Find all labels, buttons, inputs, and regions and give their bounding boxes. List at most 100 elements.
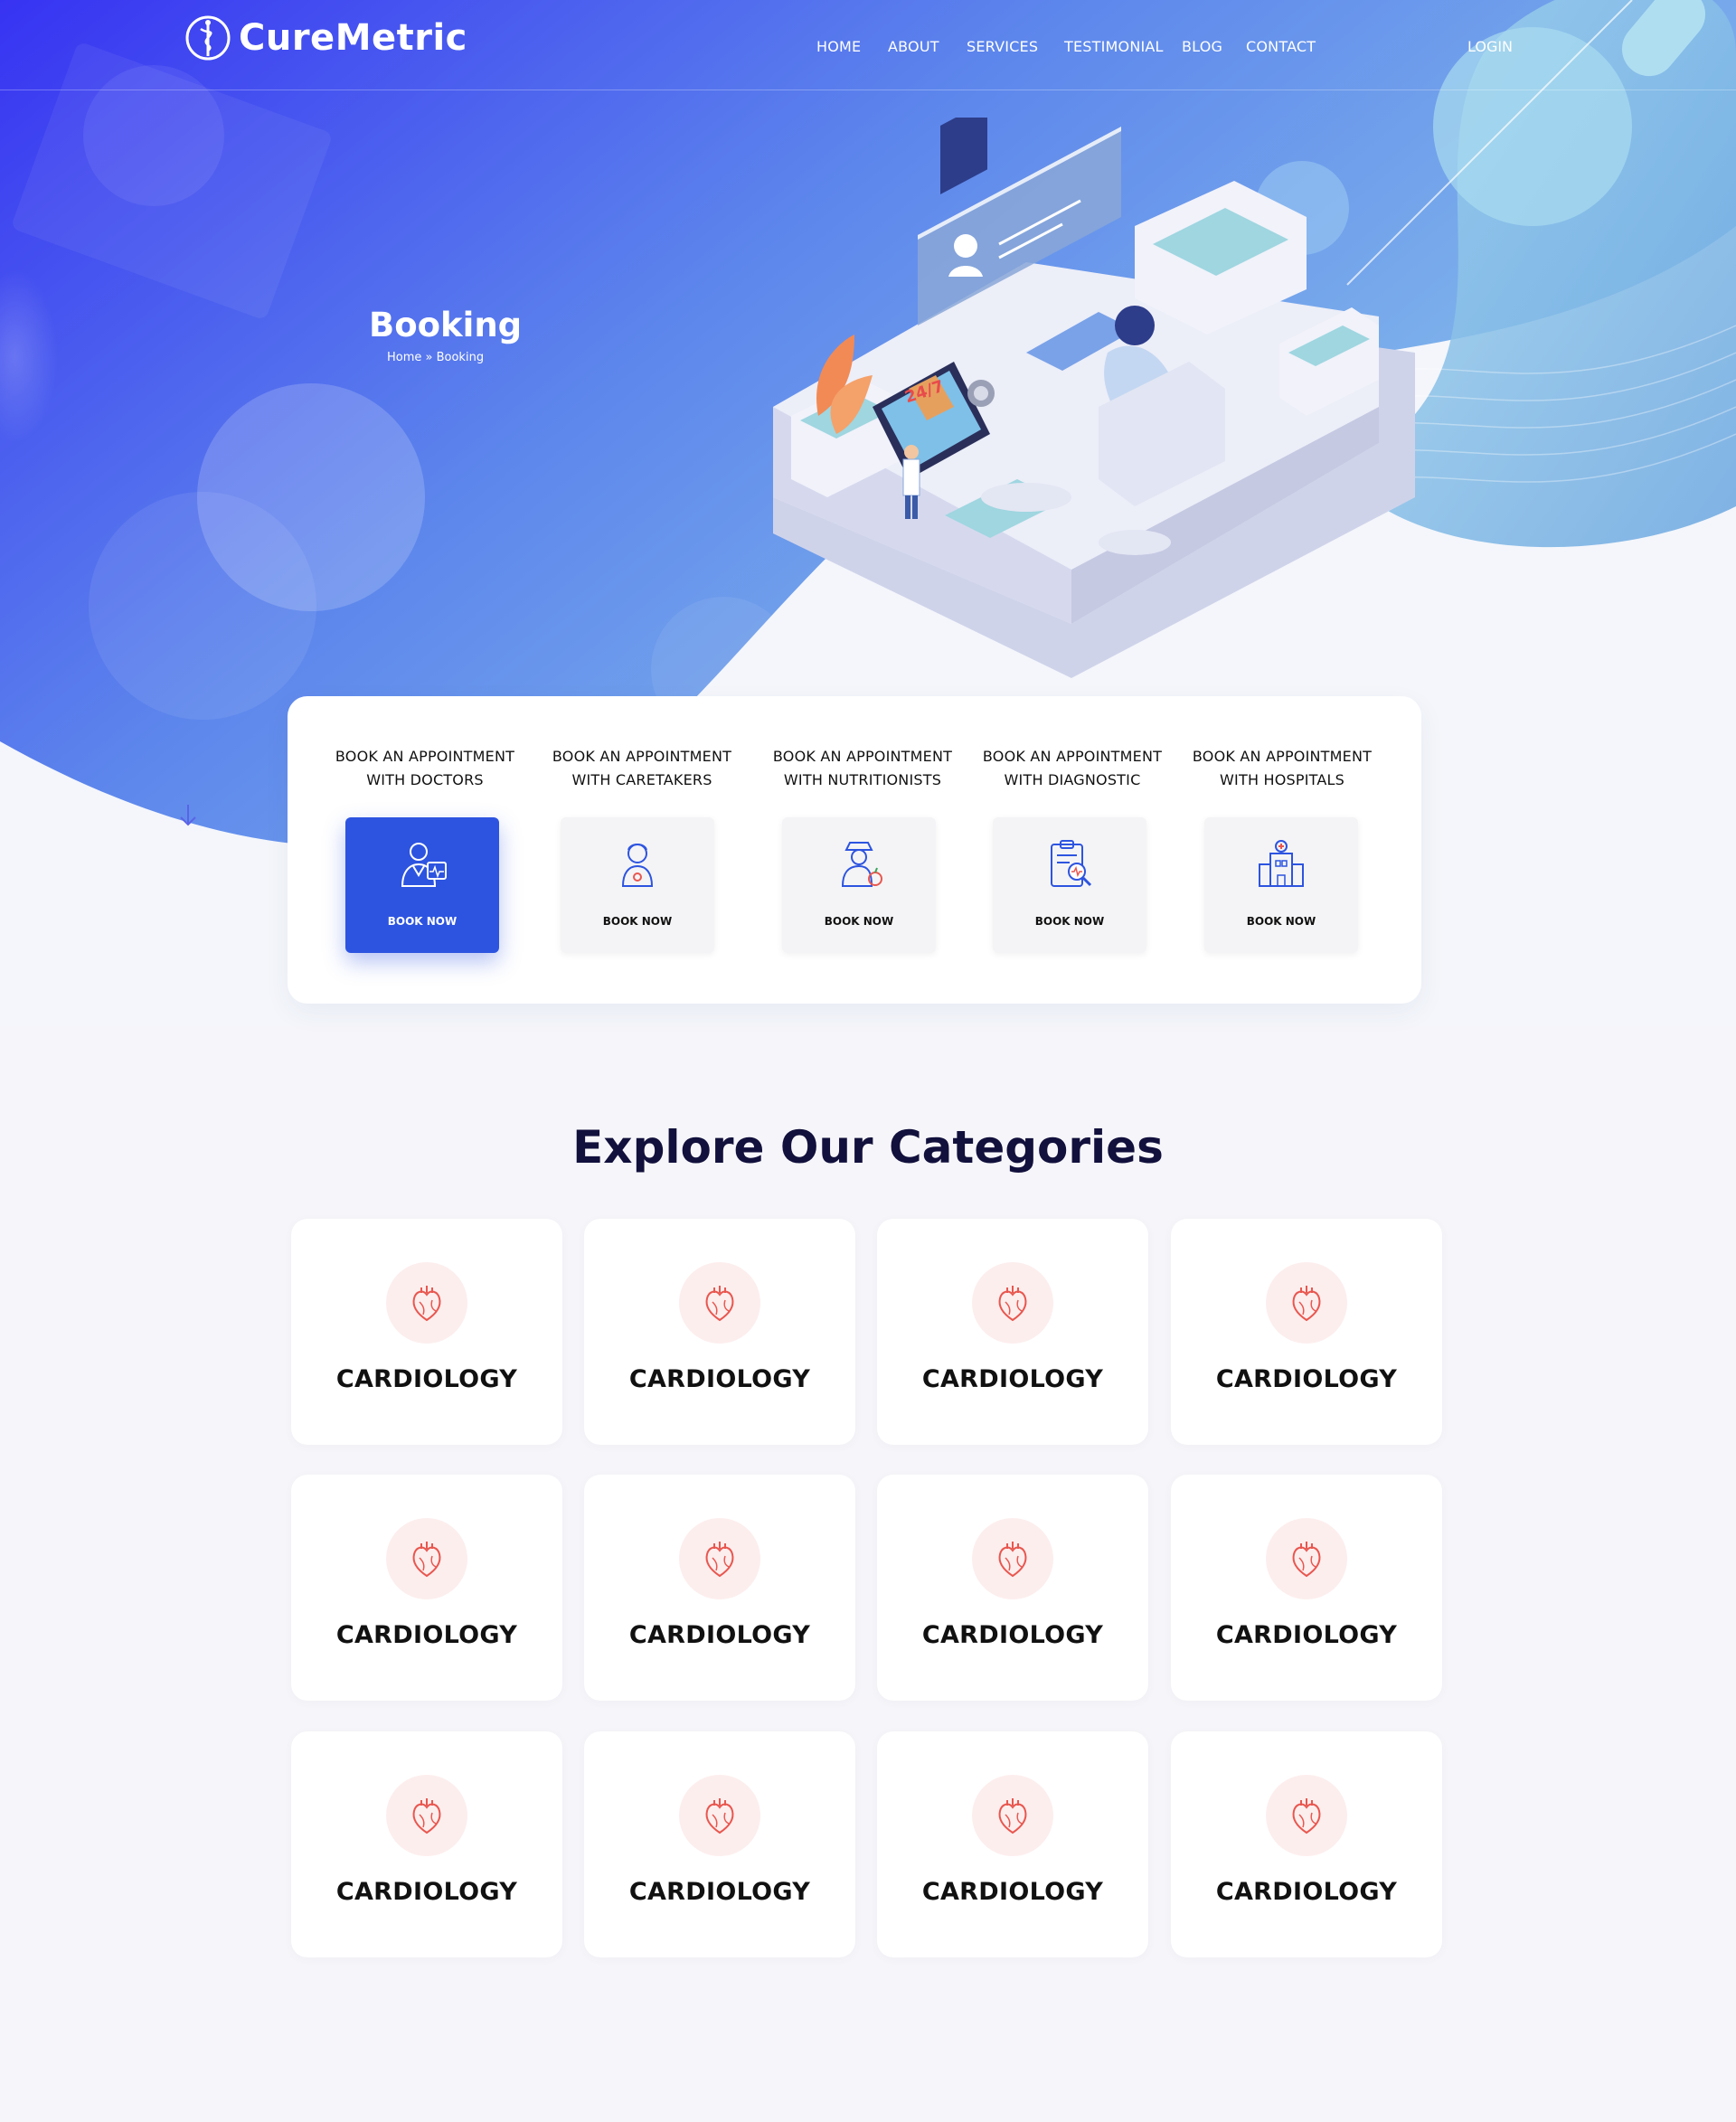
booking-options-card: BOOK AN APPOINTMENT WITH DOCTORS BOOK NO… — [288, 696, 1421, 1004]
heart-icon — [1292, 1798, 1321, 1834]
heart-icon — [412, 1542, 441, 1578]
category-card[interactable]: CARDIOLOGY — [877, 1475, 1148, 1701]
category-label: CARDIOLOGY — [921, 1365, 1104, 1393]
telemedicine-illustration: 24/7 — [773, 118, 1415, 678]
book-now-label: BOOK NOW — [602, 915, 673, 928]
scroll-down-arrow-icon[interactable] — [177, 803, 199, 826]
booking-option-title-line2: WITH DOCTORS — [366, 771, 484, 788]
category-icon-circle — [679, 1775, 760, 1856]
caduceus-logo-icon — [185, 15, 231, 61]
nav-services-link[interactable]: SERVICES — [967, 38, 1038, 55]
booking-option-title-line1: BOOK AN APPOINTMENT — [335, 748, 515, 765]
heart-icon — [412, 1286, 441, 1322]
category-card[interactable]: CARDIOLOGY — [291, 1219, 562, 1445]
nav-testimonial-link[interactable]: TESTIMONIAL — [1064, 38, 1164, 55]
booking-option-title-line2: WITH DIAGNOSTIC — [1004, 771, 1141, 788]
doctor-icon — [401, 843, 447, 887]
category-card[interactable]: CARDIOLOGY — [291, 1731, 562, 1957]
category-card[interactable]: CARDIOLOGY — [1171, 1219, 1442, 1445]
heart-icon — [1292, 1542, 1321, 1578]
top-navigation-bar: CureMetric HOME ABOUT SERVICES TESTIMONI… — [0, 0, 1736, 90]
nav-contact-link[interactable]: CONTACT — [1246, 38, 1316, 55]
booking-option-diagnostic: BOOK AN APPOINTMENT WITH DIAGNOSTIC — [982, 745, 1163, 792]
heart-icon — [705, 1798, 734, 1834]
category-label: CARDIOLOGY — [628, 1365, 811, 1393]
category-icon-circle — [1266, 1262, 1347, 1344]
booking-option-title-line2: WITH HOSPITALS — [1220, 771, 1344, 788]
heart-icon — [1292, 1286, 1321, 1322]
heart-icon — [998, 1286, 1027, 1322]
heart-icon — [705, 1286, 734, 1322]
booking-option-title: BOOK AN APPOINTMENT WITH HOSPITALS — [1192, 745, 1373, 792]
nav-blog-link[interactable]: BLOG — [1182, 38, 1222, 55]
category-icon-circle — [1266, 1775, 1347, 1856]
category-card[interactable]: CARDIOLOGY — [291, 1475, 562, 1701]
category-label: CARDIOLOGY — [921, 1878, 1104, 1906]
category-label: CARDIOLOGY — [335, 1878, 518, 1906]
login-link[interactable]: LOGIN — [1467, 38, 1513, 55]
category-icon-circle — [679, 1262, 760, 1344]
category-label: CARDIOLOGY — [1215, 1621, 1398, 1649]
caretaker-icon — [621, 844, 654, 887]
book-now-hospitals-button[interactable]: BOOK NOW — [1204, 817, 1358, 953]
book-now-doctors-button[interactable]: BOOK NOW — [345, 817, 499, 953]
book-now-label: BOOK NOW — [387, 915, 458, 928]
category-icon-circle — [972, 1262, 1053, 1344]
category-label: CARDIOLOGY — [921, 1621, 1104, 1649]
heart-icon — [998, 1798, 1027, 1834]
heart-icon — [412, 1798, 441, 1834]
category-card[interactable]: CARDIOLOGY — [1171, 1731, 1442, 1957]
booking-option-title: BOOK AN APPOINTMENT WITH NUTRITIONISTS — [772, 745, 953, 792]
booking-option-title: BOOK AN APPOINTMENT WITH DOCTORS — [335, 745, 515, 792]
category-icon-circle — [1266, 1518, 1347, 1599]
nutritionist-icon — [841, 842, 882, 887]
diagnostic-icon — [1051, 840, 1092, 887]
heart-icon — [998, 1542, 1027, 1578]
booking-option-title-line1: BOOK AN APPOINTMENT — [552, 748, 732, 765]
booking-option-title: BOOK AN APPOINTMENT WITH CARETAKERS — [552, 745, 732, 792]
heart-icon — [705, 1542, 734, 1578]
category-card[interactable]: CARDIOLOGY — [877, 1219, 1148, 1445]
nav-home-link[interactable]: HOME — [816, 38, 861, 55]
booking-option-doctors: BOOK AN APPOINTMENT WITH DOCTORS — [335, 745, 515, 792]
brand-name: CureMetric — [239, 17, 467, 59]
booking-option-title: BOOK AN APPOINTMENT WITH DIAGNOSTIC — [982, 745, 1163, 792]
breadcrumb: Home » Booking — [387, 351, 485, 364]
page-title: Booking — [369, 306, 523, 344]
book-now-label: BOOK NOW — [1246, 915, 1316, 928]
book-now-label: BOOK NOW — [1034, 915, 1105, 928]
category-label: CARDIOLOGY — [1215, 1365, 1398, 1393]
booking-option-title-line2: WITH NUTRITIONISTS — [783, 771, 942, 788]
category-icon-circle — [386, 1518, 467, 1599]
category-card[interactable]: CARDIOLOGY — [877, 1731, 1148, 1957]
book-now-nutritionists-button[interactable]: BOOK NOW — [782, 817, 936, 953]
category-icon-circle — [972, 1518, 1053, 1599]
category-label: CARDIOLOGY — [628, 1878, 811, 1906]
category-label: CARDIOLOGY — [335, 1365, 518, 1393]
booking-option-title-line1: BOOK AN APPOINTMENT — [772, 748, 953, 765]
categories-heading: Explore Our Categories — [572, 1121, 1164, 1174]
booking-option-title-line1: BOOK AN APPOINTMENT — [1192, 748, 1373, 765]
category-icon-circle — [679, 1518, 760, 1599]
category-icon-circle — [386, 1775, 467, 1856]
booking-option-nutritionists: BOOK AN APPOINTMENT WITH NUTRITIONISTS — [772, 745, 953, 792]
category-card[interactable]: CARDIOLOGY — [584, 1731, 855, 1957]
booking-option-title-line1: BOOK AN APPOINTMENT — [982, 748, 1163, 765]
booking-option-caretakers: BOOK AN APPOINTMENT WITH CARETAKERS — [552, 745, 732, 792]
book-now-label: BOOK NOW — [824, 915, 894, 928]
booking-option-title-line2: WITH CARETAKERS — [571, 771, 712, 788]
category-card[interactable]: CARDIOLOGY — [1171, 1475, 1442, 1701]
category-label: CARDIOLOGY — [1215, 1878, 1398, 1906]
category-icon-circle — [386, 1262, 467, 1344]
book-now-diagnostic-button[interactable]: BOOK NOW — [993, 817, 1146, 953]
category-card[interactable]: CARDIOLOGY — [584, 1219, 855, 1445]
hospital-icon — [1259, 840, 1304, 887]
category-icon-circle — [972, 1775, 1053, 1856]
nav-about-link[interactable]: ABOUT — [888, 38, 939, 55]
category-label: CARDIOLOGY — [335, 1621, 518, 1649]
book-now-caretakers-button[interactable]: BOOK NOW — [561, 817, 714, 953]
brand-logo[interactable]: CureMetric — [184, 14, 467, 61]
booking-option-hospitals: BOOK AN APPOINTMENT WITH HOSPITALS — [1192, 745, 1373, 792]
category-card[interactable]: CARDIOLOGY — [584, 1475, 855, 1701]
category-label: CARDIOLOGY — [628, 1621, 811, 1649]
